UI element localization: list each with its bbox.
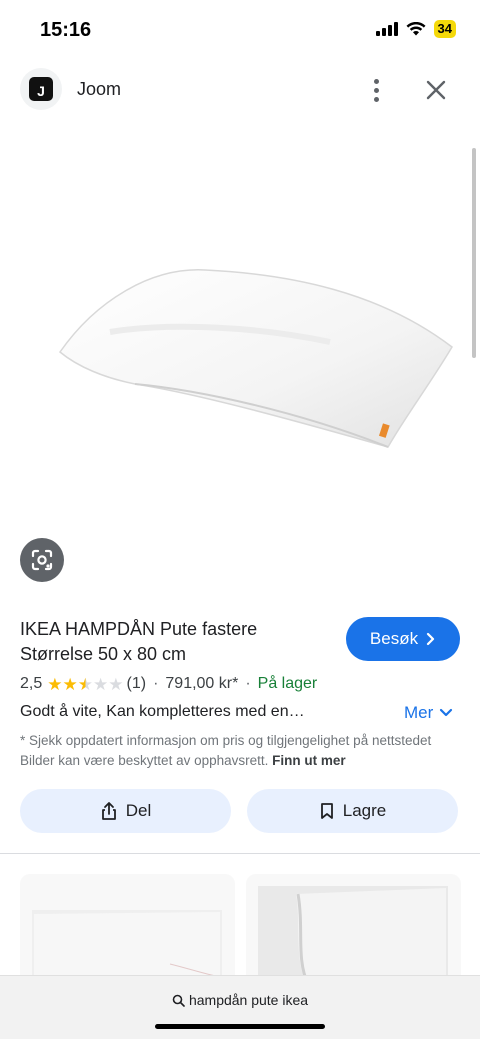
lens-button[interactable]: [20, 538, 64, 582]
more-button[interactable]: Mer: [404, 703, 453, 723]
pillow-image: [58, 269, 453, 448]
signal-icon: [375, 22, 398, 36]
status-icons: 34: [375, 20, 456, 38]
status-time: 15:16: [40, 19, 92, 41]
product-image[interactable]: [0, 122, 480, 582]
visit-button[interactable]: Besøk: [346, 617, 460, 661]
bookmark-icon: [320, 803, 333, 819]
close-icon[interactable]: [423, 77, 449, 103]
product-title-line2: Størrelse 50 x 80 cm: [20, 644, 187, 664]
share-button[interactable]: Del: [20, 789, 231, 833]
rating-value: 2,5: [20, 675, 43, 692]
separator: ·: [245, 675, 251, 692]
save-label: Lagre: [342, 801, 387, 820]
search-query[interactable]: hampdån pute ikea: [0, 992, 480, 1008]
stock-status: På lager: [257, 675, 318, 692]
wifi-icon: [406, 22, 426, 36]
rating-line: 2,5 ★ ★ ★ ★ ★ (1) · 791,00 kr* · På lager: [20, 675, 317, 693]
visit-label: Besøk: [369, 629, 419, 648]
separator: ·: [153, 675, 159, 692]
app-logo[interactable]: J: [20, 68, 62, 110]
joom-logo-icon: J: [29, 77, 53, 101]
more-label: Mer: [404, 703, 434, 722]
product-description: Godt å vite, Kan kompletteres med en…: [20, 703, 305, 720]
share-icon: [101, 802, 116, 820]
save-button[interactable]: Lagre: [247, 789, 458, 833]
battery-indicator: 34: [433, 20, 456, 38]
star-icon: ★: [108, 674, 124, 694]
price: 791,00 kr*: [165, 675, 239, 692]
search-query-text: hampdån pute ikea: [188, 992, 309, 1008]
divider: [0, 853, 480, 854]
lens-icon: [31, 549, 53, 571]
app-name: Joom: [77, 79, 122, 99]
more-options-button[interactable]: [364, 76, 388, 104]
product-title-line1: IKEA HAMPDÅN Pute fastere: [20, 619, 258, 639]
home-indicator: [155, 1024, 325, 1029]
disclaimer: * Sjekk oppdatert informasjon om pris og…: [20, 731, 460, 771]
learn-more-link[interactable]: Finn ut mer: [272, 753, 346, 768]
product-title: IKEA HAMPDÅN Pute fastere Størrelse 50 x…: [20, 617, 330, 667]
rating-stars: ★ ★ ★ ★ ★: [47, 676, 123, 693]
star-icon: ★: [93, 674, 109, 694]
chevron-right-icon: [426, 632, 435, 646]
bottom-search-bar: hampdån pute ikea: [0, 975, 480, 1039]
app-header: J Joom: [0, 66, 480, 114]
review-count: (1): [126, 675, 147, 692]
star-icon: ★: [62, 674, 78, 694]
status-bar: 15:16 34: [0, 0, 480, 60]
chevron-down-icon: [440, 708, 453, 717]
more-vert-icon: [373, 78, 379, 84]
star-icon: ★: [77, 674, 93, 694]
search-icon: [172, 994, 185, 1007]
share-label: Del: [125, 801, 152, 820]
disclaimer-text: * Sjekk oppdatert informasjon om pris og…: [20, 733, 432, 768]
star-icon: ★: [47, 674, 63, 694]
